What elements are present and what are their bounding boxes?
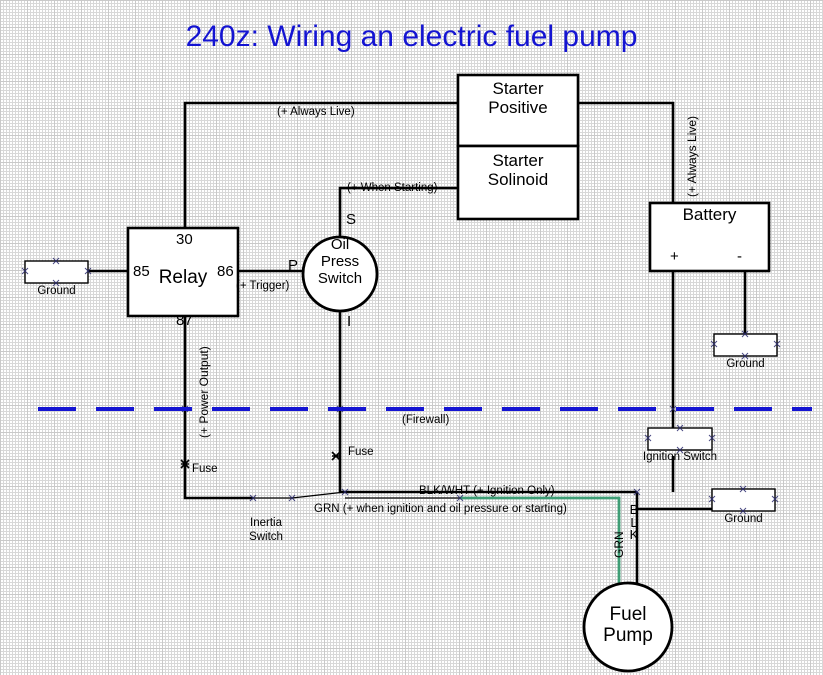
oil-switch-terminal-s: S — [346, 211, 357, 228]
inertia-switch-label: Inertia Switch — [249, 517, 283, 544]
wire-solenoid-to-oilswitch-s — [338, 186, 458, 237]
label-fuse-mid: Fuse — [348, 446, 374, 458]
ground-pump-box — [711, 488, 776, 512]
wiring-diagram-canvas: 240z: Wiring an electric fuel pump Start… — [0, 0, 823, 675]
ground-left-box — [24, 260, 89, 284]
battery-label: Battery — [682, 205, 737, 224]
label-fuse-left: Fuse — [192, 463, 218, 475]
label-always-live-right: (+ Always Live) — [685, 115, 699, 197]
relay-terminal-86: 86 — [217, 263, 234, 280]
ignition-switch-label: Ignition Switch — [642, 451, 718, 463]
battery-negative-terminal: - — [737, 248, 742, 265]
diagram-vector-layer — [21, 73, 812, 673]
label-firewall: (Firewall) — [402, 414, 450, 426]
oil-switch-terminal-i: I — [347, 313, 352, 330]
wire-inertia-blade — [291, 491, 346, 499]
label-grn-vertical: GRN — [612, 531, 626, 558]
starter-solenoid-label: Starter Solinoid — [487, 151, 549, 190]
relay-terminal-30: 30 — [176, 231, 193, 248]
ground-battery-box — [713, 333, 778, 357]
label-trigger: (+ Trigger) — [236, 280, 290, 292]
fuel-pump-label: Fuel Pump — [603, 604, 653, 647]
wire-starter-positive-to-relay30 — [183, 101, 458, 228]
relay-terminal-85: 85 — [133, 263, 150, 280]
starter-positive-label: Starter Positive — [488, 79, 548, 118]
ground-pump-label: Ground — [724, 513, 763, 525]
ground-left-label: Ground — [37, 285, 76, 297]
wire-group-black — [88, 101, 747, 595]
ground-battery-label: Ground — [726, 358, 765, 370]
label-grn: GRN (+ when ignition and oil pressure or… — [314, 503, 567, 515]
label-blk-wht: BLK/WHT (+ Ignition Only) — [419, 485, 555, 497]
oil-press-switch-label: Oil Press Switch — [317, 236, 363, 287]
wire-blkwht-to-pumpground — [635, 492, 712, 511]
wire-oilswitch-i-down — [338, 311, 637, 494]
battery-positive-terminal: + — [670, 248, 679, 265]
oil-switch-terminal-p: P — [288, 257, 299, 274]
wire-starter-positive-to-battery — [578, 101, 675, 203]
label-when-starting: (+ When Starting) — [347, 182, 438, 194]
label-blk-vertical: B L K — [629, 502, 639, 543]
relay-terminal-87: 87 — [176, 312, 193, 329]
fuse-icon-mid — [331, 451, 341, 461]
label-always-live-top: (+ Always Live) — [277, 106, 355, 118]
label-power-output: (+ Power Output) — [197, 346, 211, 438]
ignition-switch-box — [647, 427, 713, 451]
